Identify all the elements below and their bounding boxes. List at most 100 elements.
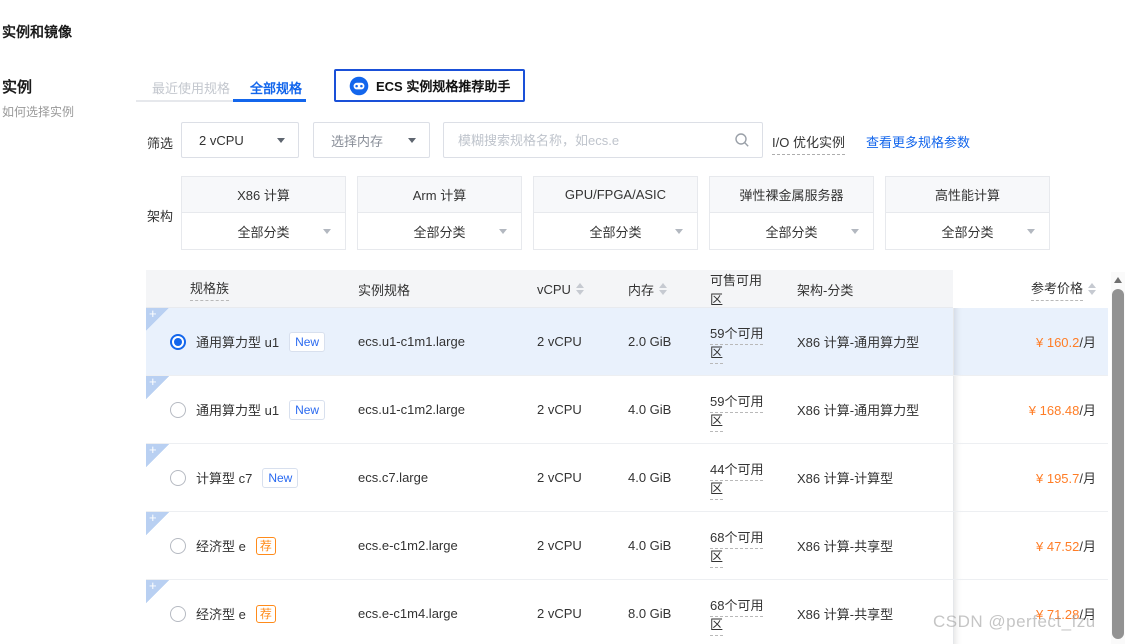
col-header-family[interactable]: 规格族	[146, 278, 358, 301]
more-spec-params-link[interactable]: 查看更多规格参数	[866, 132, 970, 151]
memory-value: 4.0 GiB	[600, 402, 685, 417]
row-radio[interactable]	[170, 538, 186, 554]
table-scrollbar[interactable]	[1111, 272, 1125, 644]
col-header-spec: 实例规格	[358, 280, 508, 299]
col-header-memory[interactable]: 内存	[600, 280, 685, 299]
family-name: 经济型 e	[196, 536, 246, 555]
zones-value[interactable]: 68个可用区	[710, 598, 763, 636]
price-amount: ¥ 168.48	[1029, 403, 1080, 418]
family-name: 计算型 c7	[196, 468, 252, 487]
table-row[interactable]: + 通用算力型 u1 New ecs.u1-c1m2.large 2 vCPU …	[146, 376, 1108, 444]
io-optimized-label[interactable]: I/O 优化实例	[772, 132, 845, 155]
table-row[interactable]: + 经济型 e 荐 ecs.e-c1m2.large 2 vCPU 4.0 Gi…	[146, 512, 1108, 580]
family-name: 通用算力型 u1	[196, 332, 279, 351]
zones-value[interactable]: 59个可用区	[710, 394, 763, 432]
arch-card-x86: X86 计算 全部分类	[181, 176, 346, 250]
arch-category-select-arm[interactable]: 全部分类	[357, 213, 522, 250]
tab-active-indicator	[233, 99, 306, 102]
arch-tab-gpu[interactable]: GPU/FPGA/ASIC	[533, 176, 698, 213]
row-radio[interactable]	[170, 470, 186, 486]
sort-icon[interactable]	[576, 283, 584, 295]
arch-tab-hpc[interactable]: 高性能计算	[885, 176, 1050, 213]
arch-category-value: X86 计算-计算型	[773, 468, 953, 487]
arch-category-value: 全部分类	[237, 222, 289, 241]
scrollbar-thumb[interactable]	[1112, 289, 1124, 639]
add-corner-ribbon: +	[146, 580, 169, 603]
new-badge: New	[289, 332, 325, 352]
price-amount: ¥ 160.2	[1036, 335, 1079, 350]
tab-all-specs[interactable]: 全部规格	[250, 78, 302, 97]
how-to-choose-instance-link[interactable]: 如何选择实例	[2, 103, 74, 120]
scrollbar-up-arrow-icon[interactable]	[1114, 277, 1122, 283]
sort-icon[interactable]	[659, 283, 667, 295]
memory-value: 2.0 GiB	[600, 334, 685, 349]
col-header-vcpu-label: vCPU	[537, 282, 571, 297]
arch-card-baremetal: 弹性裸金属服务器 全部分类	[709, 176, 874, 250]
zones-value[interactable]: 68个可用区	[710, 530, 763, 568]
arch-category-value: 全部分类	[941, 222, 993, 241]
spec-search-box[interactable]	[443, 122, 763, 158]
vcpu-value: 2 vCPU	[508, 606, 600, 621]
chevron-down-icon	[323, 229, 331, 234]
add-corner-ribbon: +	[146, 308, 169, 331]
vcpu-value: 2 vCPU	[508, 402, 600, 417]
arch-category-select-hpc[interactable]: 全部分类	[885, 213, 1050, 250]
row-radio[interactable]	[170, 606, 186, 622]
table-row[interactable]: + 计算型 c7 New ecs.c7.large 2 vCPU 4.0 GiB…	[146, 444, 1108, 512]
page-title: 实例和镜像	[2, 22, 72, 42]
col-header-price[interactable]: 参考价格	[965, 270, 1108, 308]
col-header-family-label: 规格族	[190, 278, 229, 301]
instance-spec: ecs.e-c1m4.large	[358, 606, 508, 621]
arch-card-gpu: GPU/FPGA/ASIC 全部分类	[533, 176, 698, 250]
row-radio[interactable]	[170, 402, 186, 418]
arch-category-select-gpu[interactable]: 全部分类	[533, 213, 698, 250]
search-icon[interactable]	[734, 132, 750, 148]
arch-card-hpc: 高性能计算 全部分类	[885, 176, 1050, 250]
chevron-down-icon	[408, 138, 416, 143]
tab-recent-specs[interactable]: 最近使用规格	[152, 78, 230, 97]
price-unit: /月	[1079, 403, 1096, 418]
spec-table: 规格族 实例规格 vCPU 内存 可售可用区 架构-分类 参考价格	[146, 270, 1108, 644]
section-title-instance: 实例	[2, 76, 32, 97]
arch-tab-baremetal[interactable]: 弹性裸金属服务器	[709, 176, 874, 213]
col-header-vcpu[interactable]: vCPU	[508, 282, 600, 297]
price-unit: /月	[1079, 335, 1096, 350]
col-header-arch-label: 架构-分类	[797, 280, 853, 299]
column-divider	[953, 270, 965, 308]
price-unit: /月	[1079, 471, 1096, 486]
arch-tab-x86[interactable]: X86 计算	[181, 176, 346, 213]
new-badge: New	[289, 400, 325, 420]
arch-tab-arm[interactable]: Arm 计算	[357, 176, 522, 213]
arch-category-value: X86 计算-通用算力型	[773, 400, 953, 419]
add-corner-ribbon: +	[146, 512, 169, 535]
arch-card-arm: Arm 计算 全部分类	[357, 176, 522, 250]
col-header-zones-label: 可售可用区	[710, 270, 773, 308]
arch-category-value: X86 计算-共享型	[773, 536, 953, 555]
spec-search-input[interactable]	[458, 133, 734, 148]
price-cell: ¥ 47.52/月	[965, 536, 1108, 555]
memory-value: 8.0 GiB	[600, 606, 685, 621]
col-header-price-label: 参考价格	[1031, 278, 1083, 301]
arch-category-select-x86[interactable]: 全部分类	[181, 213, 346, 250]
ecs-spec-assistant-button[interactable]: ECS 实例规格推荐助手	[334, 69, 525, 102]
arch-category-select-baremetal[interactable]: 全部分类	[709, 213, 874, 250]
chevron-down-icon	[1027, 229, 1035, 234]
row-radio[interactable]	[170, 334, 186, 350]
sort-icon[interactable]	[1088, 283, 1096, 295]
architecture-label: 架构	[147, 206, 173, 225]
arch-category-value: 全部分类	[765, 222, 817, 241]
vcpu-select[interactable]: 2 vCPU	[181, 122, 299, 158]
arch-category-value: X86 计算-通用算力型	[773, 332, 953, 351]
recommend-badge: 荐	[256, 537, 276, 555]
recommend-badge: 荐	[256, 605, 276, 623]
chevron-down-icon	[277, 138, 285, 143]
vcpu-select-value: 2 vCPU	[199, 133, 244, 148]
table-row[interactable]: + 通用算力型 u1 New ecs.u1-c1m1.large 2 vCPU …	[146, 308, 1108, 376]
zones-value[interactable]: 44个可用区	[710, 462, 763, 500]
add-corner-ribbon: +	[146, 376, 169, 399]
memory-select[interactable]: 选择内存	[313, 122, 430, 158]
zones-value[interactable]: 59个可用区	[710, 326, 763, 364]
assistant-button-label: ECS 实例规格推荐助手	[376, 76, 510, 95]
vcpu-value: 2 vCPU	[508, 334, 600, 349]
add-corner-ribbon: +	[146, 444, 169, 467]
